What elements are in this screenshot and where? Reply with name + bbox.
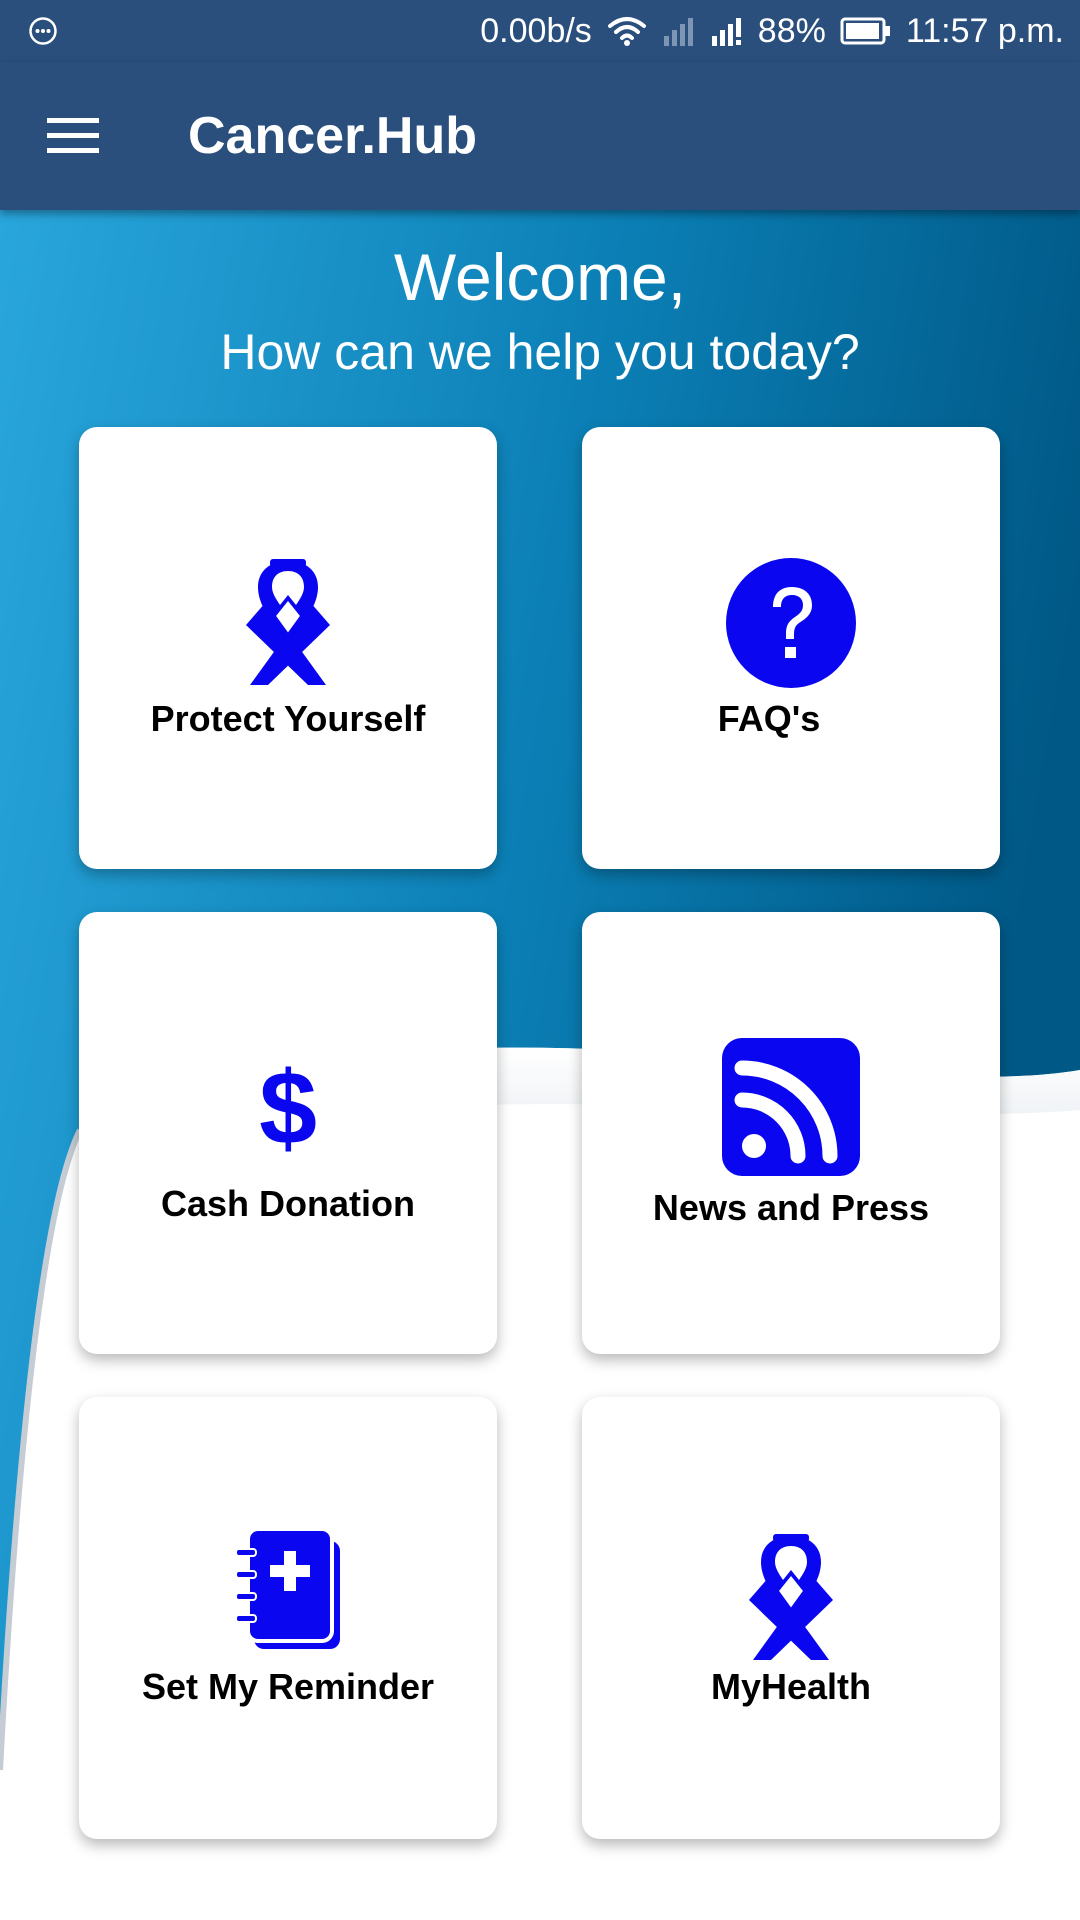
sim1-signal-icon	[662, 16, 696, 46]
menu-button[interactable]	[40, 106, 106, 166]
app-title: Cancer.Hub	[188, 107, 477, 165]
tile-label: News and Press	[652, 1187, 930, 1228]
tile-news-and-press[interactable]: News and Press	[582, 912, 1000, 1354]
network-speed: 0.00b/s	[480, 11, 592, 50]
dollar-sign-icon: $	[259, 1060, 317, 1156]
question-circle-icon	[726, 558, 856, 688]
tile-protect-yourself[interactable]: Protect Yourself	[79, 427, 497, 869]
rss-feed-icon	[722, 1038, 860, 1176]
tile-myhealth[interactable]: MyHealth	[582, 1397, 1000, 1839]
tile-set-my-reminder[interactable]: Set My Reminder	[79, 1397, 497, 1839]
tile-label: Cash Donation	[160, 1183, 415, 1224]
tile-cash-donation[interactable]: $ Cash Donation	[79, 912, 497, 1354]
tile-faqs[interactable]: FAQ's	[582, 427, 1000, 869]
status-bar: 0.00b/s 88% 11:57 p.m.	[0, 0, 1080, 62]
battery-icon	[840, 17, 892, 45]
welcome-subtitle: How can we help you today?	[220, 324, 860, 380]
tile-label: FAQ's	[717, 698, 821, 739]
sim2-signal-icon	[710, 16, 744, 46]
svg-text:$: $	[259, 1060, 317, 1156]
app-bar: Cancer.Hub	[0, 62, 1080, 210]
wifi-icon	[606, 14, 648, 48]
tile-label: Set My Reminder	[141, 1666, 435, 1707]
welcome-heading: Welcome,	[393, 240, 687, 314]
awareness-ribbon-icon	[246, 559, 330, 685]
awareness-ribbon-icon	[749, 1534, 833, 1660]
clock: 11:57 p.m.	[905, 11, 1064, 50]
tile-label: MyHealth	[710, 1666, 872, 1707]
medical-notebook-icon	[235, 1527, 340, 1649]
tile-label: Protect Yourself	[150, 698, 426, 739]
battery-percent: 88%	[757, 11, 826, 50]
notification-icon	[28, 16, 58, 51]
home-content: Welcome, How can we help you today? Prot…	[0, 210, 1080, 1920]
hamburger-menu-icon	[47, 118, 99, 153]
